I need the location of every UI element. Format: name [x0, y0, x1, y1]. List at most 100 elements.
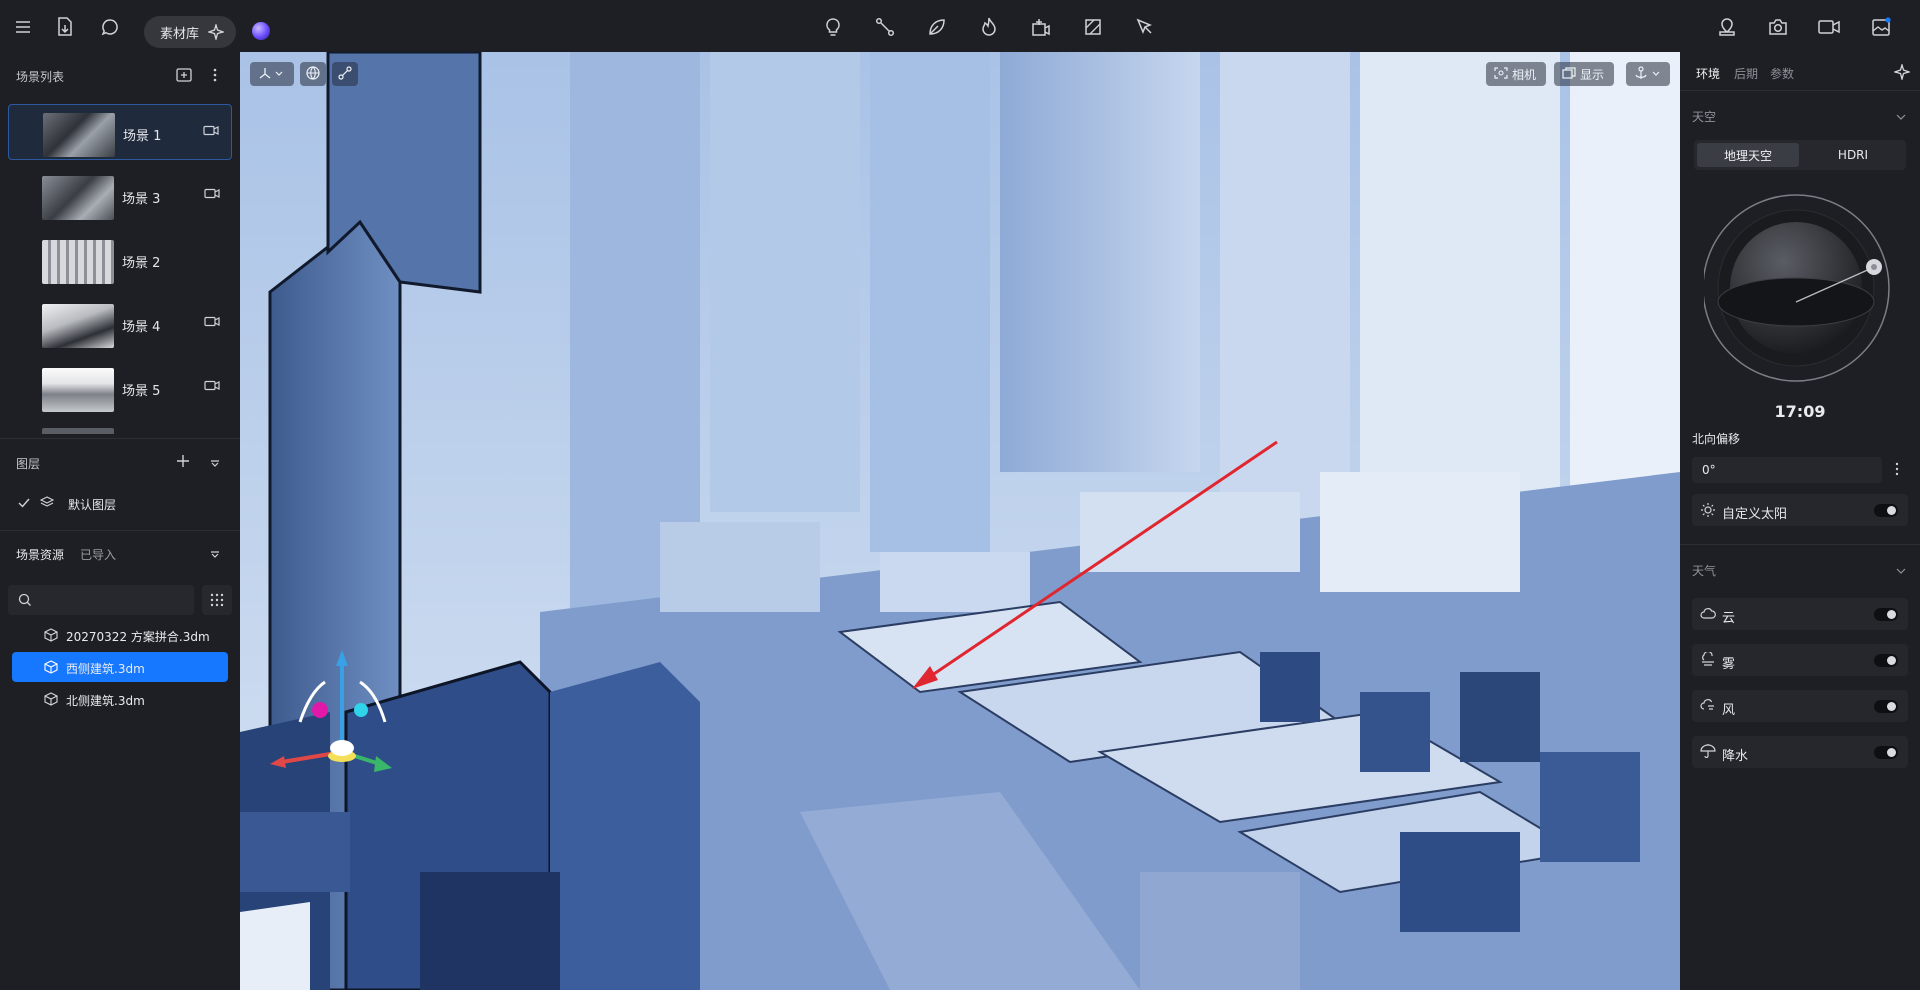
video-icon[interactable] [1818, 16, 1840, 38]
north-offset-value: 0° [1702, 463, 1716, 477]
divider [1680, 90, 1920, 91]
more-options-icon[interactable] [1894, 461, 1900, 481]
path-tool-icon[interactable] [874, 16, 896, 38]
chevron-down-icon[interactable] [1896, 110, 1906, 125]
light-bulb-icon[interactable] [822, 16, 844, 38]
wind-toggle[interactable] [1874, 700, 1898, 713]
check-icon[interactable] [18, 497, 30, 512]
custom-sun-toggle[interactable] [1874, 504, 1898, 517]
scene-thumbnail [42, 368, 114, 412]
measure-icon [338, 65, 352, 83]
add-object-icon[interactable] [1030, 16, 1052, 38]
globe-button[interactable] [300, 62, 326, 86]
camera-icon[interactable] [1767, 16, 1789, 38]
scene-item[interactable]: 场景 1 [8, 104, 232, 160]
tab-environment[interactable]: 环境 [1696, 65, 1720, 82]
grid-icon [210, 593, 224, 611]
scene-name: 场景 5 [122, 384, 161, 399]
menu-icon[interactable] [12, 16, 34, 38]
custom-sun-row: 自定义太阳 [1692, 494, 1908, 526]
north-offset-label: 北向偏移 [1692, 432, 1741, 446]
more-options-icon[interactable] [212, 67, 218, 87]
display-button[interactable]: 显示 [1554, 62, 1614, 86]
asset-item[interactable]: 西侧建筑.3dm [12, 652, 228, 682]
asset-item[interactable]: 北侧建筑.3dm [12, 684, 228, 714]
search-icon [18, 593, 32, 611]
asset-name: 20270322 方案拼合.3dm [66, 630, 210, 644]
divider [1680, 544, 1920, 545]
weather-title: 天气 [1692, 564, 1717, 578]
camera-view-button[interactable]: 相机 [1486, 62, 1546, 86]
tab-post[interactable]: 后期 [1734, 65, 1758, 82]
collapse-icon[interactable] [210, 548, 220, 563]
sun-dial[interactable] [1704, 192, 1904, 392]
scene-item[interactable]: 场景 3 [8, 168, 232, 224]
library-label: 素材库 [160, 26, 200, 42]
weather-label: 云 [1722, 611, 1736, 626]
display-icon [1562, 66, 1576, 82]
camera-icon[interactable] [204, 188, 220, 203]
ai-sparkle-icon[interactable] [206, 22, 226, 44]
add-layer-icon[interactable] [176, 454, 190, 472]
asset-item[interactable]: 20270322 方案拼合.3dm [12, 620, 228, 650]
annotation-icon[interactable] [1134, 16, 1156, 38]
search-input[interactable] [8, 585, 194, 615]
right-panel: 环境 后期 参数 天空 地理天空 HDRI 17:09 北向偏移 0° 自定义太… [1680, 52, 1920, 990]
scene-item[interactable]: 场景 2 [8, 232, 232, 288]
measure-button[interactable] [332, 62, 358, 86]
leaf-icon[interactable] [926, 16, 948, 38]
add-scene-icon[interactable] [176, 68, 192, 86]
tab-params[interactable]: 参数 [1770, 65, 1794, 82]
fog-toggle[interactable] [1874, 654, 1898, 667]
scene-item[interactable]: 场景 5 [8, 360, 232, 416]
ai-sparkle-icon[interactable] [1892, 62, 1912, 84]
fire-icon[interactable] [978, 16, 1000, 38]
axis-icon [258, 67, 284, 82]
camera-icon[interactable] [203, 125, 219, 140]
axis-mode-button[interactable] [250, 62, 294, 86]
chevron-down-icon[interactable] [1896, 564, 1906, 579]
3d-viewport[interactable]: 相机 显示 [240, 52, 1680, 990]
default-layer-label[interactable]: 默认图层 [68, 496, 116, 513]
hdri-option[interactable]: HDRI [1802, 143, 1904, 167]
sky-mode-switch: 地理天空 HDRI [1694, 140, 1906, 170]
left-panel: 场景列表 场景 1 场景 3 场景 2 场景 4 场景 5 图层 默认图层 场景… [0, 52, 240, 990]
scene-thumbnail [42, 176, 114, 220]
location-pin-icon[interactable] [1716, 16, 1738, 38]
layers-title: 图层 [16, 457, 41, 471]
gallery-icon[interactable] [1870, 16, 1892, 38]
render-orb-icon[interactable] [252, 22, 270, 40]
sky-title: 天空 [1692, 110, 1717, 124]
divider [0, 530, 240, 531]
sun-icon [1700, 502, 1716, 522]
tab-imported[interactable]: 已导入 [80, 546, 116, 563]
divider [0, 438, 240, 439]
material-icon[interactable] [1082, 16, 1104, 38]
collapse-icon[interactable] [210, 457, 220, 472]
import-file-icon[interactable] [54, 16, 76, 38]
scene-list-title: 场景列表 [16, 70, 65, 84]
asset-name: 北侧建筑.3dm [66, 694, 145, 708]
wind-icon [1700, 698, 1716, 716]
precip-toggle[interactable] [1874, 746, 1898, 759]
layer-stack-icon [39, 496, 55, 512]
geo-sky-option[interactable]: 地理天空 [1697, 143, 1799, 167]
weather-fog-row: 雾 [1692, 644, 1908, 676]
cloud-toggle[interactable] [1874, 608, 1898, 621]
tab-scene-assets[interactable]: 场景资源 [16, 546, 64, 563]
anchor-icon [1634, 65, 1662, 83]
weather-label: 降水 [1722, 749, 1749, 764]
custom-sun-label: 自定义太阳 [1722, 507, 1788, 522]
chat-icon[interactable] [99, 16, 121, 38]
camera-icon[interactable] [204, 380, 220, 395]
camera-icon[interactable] [204, 316, 220, 331]
grid-view-button[interactable] [202, 585, 232, 615]
scene-item[interactable]: 场景 4 [8, 296, 232, 352]
scene-name: 场景 1 [123, 129, 162, 144]
globe-icon [306, 65, 320, 83]
anchor-button[interactable] [1626, 62, 1670, 86]
north-offset-input[interactable]: 0° [1692, 457, 1882, 483]
camera-label: 相机 [1512, 67, 1537, 82]
library-button[interactable]: 素材库 [144, 16, 236, 48]
cube-icon [44, 660, 58, 678]
